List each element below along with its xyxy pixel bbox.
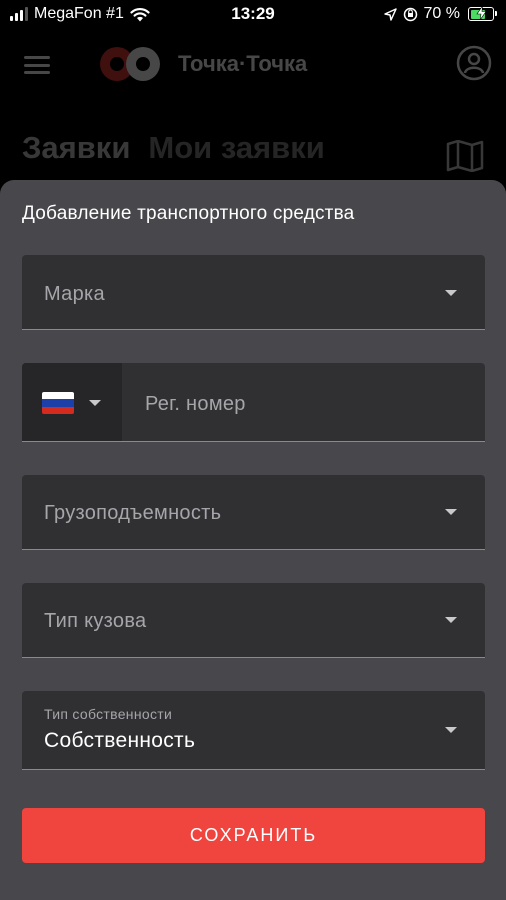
location-arrow-icon (383, 7, 397, 21)
brand-select-placeholder: Марка (44, 283, 105, 305)
ownership-type-label: Тип собственности (44, 706, 173, 722)
save-button[interactable]: СОХРАНИТЬ (22, 808, 485, 863)
status-bar: MegaFon #1 13:29 70 % (0, 0, 506, 30)
brand-select[interactable]: Марка (22, 255, 485, 330)
brand-name: Точка·Точка (178, 51, 308, 76)
capacity-select[interactable]: Грузоподъемность (22, 475, 485, 550)
ownership-type-select[interactable]: Тип собственности Собственность (22, 691, 485, 770)
body-type-select[interactable]: Тип кузова (22, 583, 485, 658)
tab-requests[interactable]: Заявки (22, 130, 130, 166)
reg-number-placeholder: Рег. номер (145, 393, 246, 415)
status-right: 70 % (383, 5, 497, 23)
reg-number-field[interactable]: Рег. номер (22, 363, 485, 442)
tab-my-requests[interactable]: Мои заявки (148, 130, 324, 166)
battery-percent: 70 % (423, 5, 460, 22)
map-icon[interactable] (446, 140, 484, 172)
dropdown-arrow-icon (445, 509, 457, 515)
profile-icon[interactable] (456, 45, 492, 81)
dropdown-arrow-icon (445, 617, 457, 623)
brand-logo-mark (100, 47, 160, 81)
menu-icon[interactable] (24, 56, 50, 74)
ownership-type-value: Собственность (44, 729, 196, 752)
dropdown-arrow-icon (89, 400, 101, 406)
tabs: Заявки Мои заявки (22, 130, 325, 166)
app-header: Точка·Точка (0, 30, 506, 100)
battery-icon (468, 6, 497, 21)
add-vehicle-sheet: Добавление транспортного средства Марка … (0, 180, 506, 900)
dropdown-arrow-icon (445, 290, 457, 296)
orientation-lock-icon (403, 7, 417, 21)
ru-flag-icon (42, 392, 74, 414)
capacity-select-placeholder: Грузоподъемность (44, 502, 222, 524)
brand-logo: Точка·Точка (96, 44, 307, 84)
dropdown-arrow-icon (445, 727, 457, 733)
body-type-select-placeholder: Тип кузова (44, 610, 147, 632)
country-code-select[interactable] (22, 363, 122, 441)
sheet-title: Добавление транспортного средства (22, 203, 355, 224)
